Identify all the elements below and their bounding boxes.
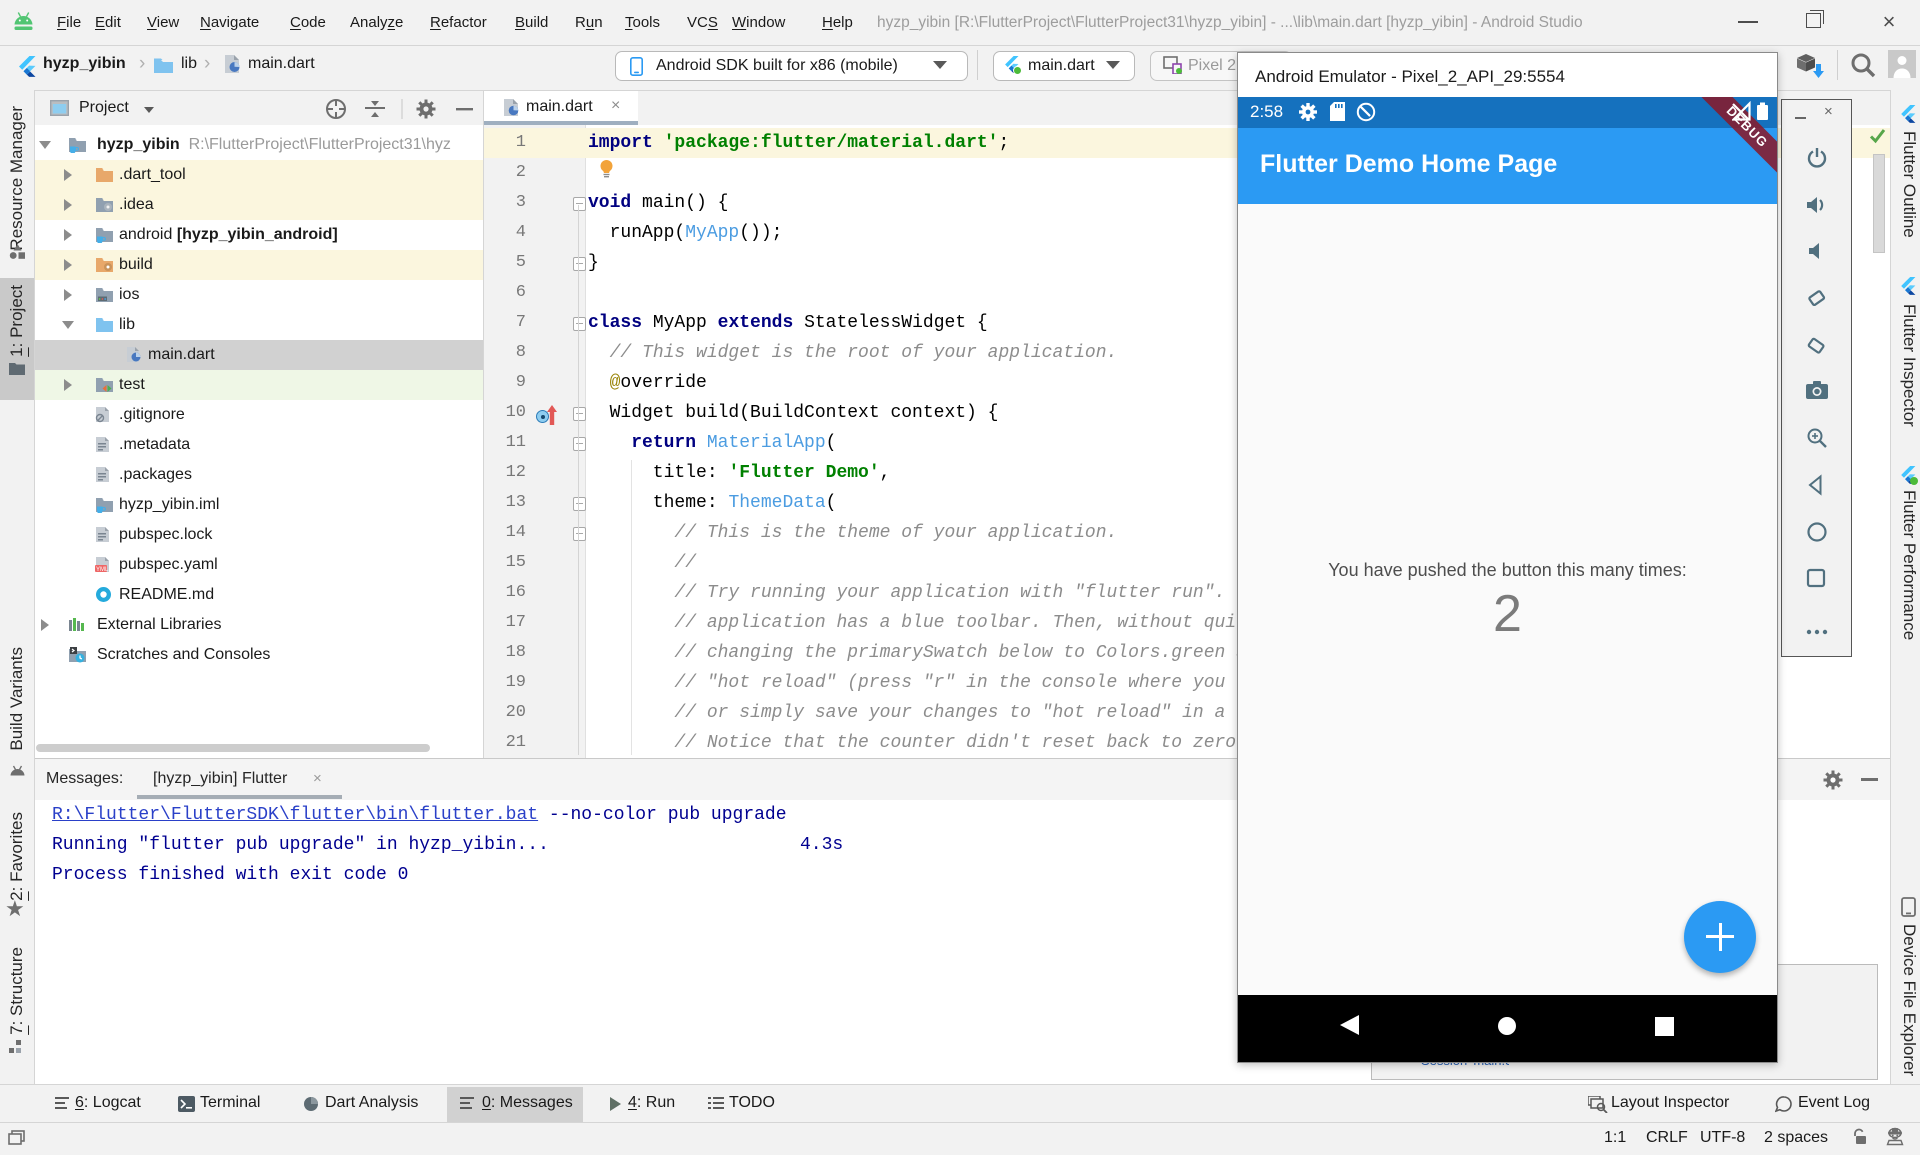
- svg-text:YML: YML: [96, 567, 109, 573]
